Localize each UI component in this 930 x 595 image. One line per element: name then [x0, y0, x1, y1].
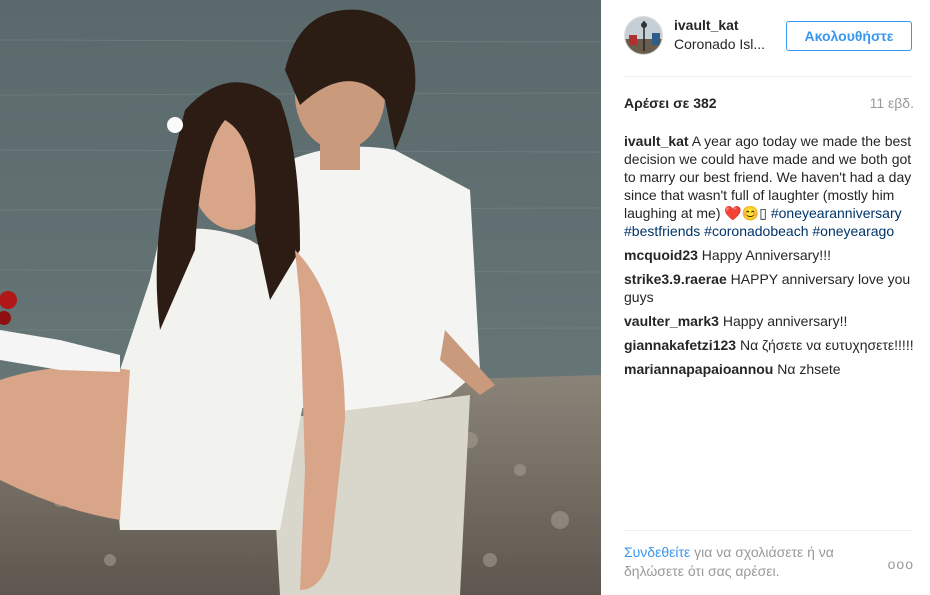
comments-list: ivault_kat A year ago today we made the …	[624, 132, 914, 384]
comment-username[interactable]: giannakafetzi123	[624, 337, 736, 353]
post-photo[interactable]	[0, 0, 601, 595]
comment-text: Να ζήσετε να ευτυχησετε!!!!!	[739, 337, 914, 353]
login-link[interactable]: Συνδεθείτε	[624, 544, 690, 560]
comment-text: Happy Anniversary!!!	[701, 247, 831, 263]
footer-divider	[624, 530, 912, 531]
list-item: strike3.9.raerae HAPPY anniversary love …	[624, 270, 914, 306]
post-header: ivault_kat Coronado Isl... Ακολουθήστε	[624, 16, 914, 56]
follow-button[interactable]: Ακολουθήστε	[786, 21, 912, 51]
post-sidebar: ivault_kat Coronado Isl... Ακολουθήστε Α…	[601, 0, 930, 595]
list-item: mcquoid23 Happy Anniversary!!!	[624, 246, 914, 264]
hashtag[interactable]: #oneyearanniversary	[771, 205, 902, 221]
login-prompt: Συνδεθείτε για να σχολιάσετε ή να δηλώσε…	[624, 543, 914, 588]
location-link[interactable]: Coronado Isl...	[674, 36, 774, 52]
hashtag[interactable]: #bestfriends	[624, 223, 700, 239]
list-item: mariannapapaioannou Να zhsete	[624, 360, 914, 378]
caption: ivault_kat A year ago today we made the …	[624, 132, 914, 240]
caption-username[interactable]: ivault_kat	[624, 133, 689, 149]
avatar[interactable]	[624, 16, 663, 55]
comment-text: Να zhsete	[777, 361, 841, 377]
username-link[interactable]: ivault_kat	[674, 17, 739, 33]
hashtag[interactable]: #oneyearago	[812, 223, 894, 239]
post-time[interactable]: 11 εβδ.	[870, 95, 914, 111]
list-item: vaulter_mark3 Happy anniversary!!	[624, 312, 914, 330]
hashtag[interactable]: #coronadobeach	[704, 223, 808, 239]
comment-username[interactable]: strike3.9.raerae	[624, 271, 727, 287]
header-divider	[624, 76, 912, 77]
comment-username[interactable]: mariannapapaioannou	[624, 361, 773, 377]
comment-username[interactable]: mcquoid23	[624, 247, 698, 263]
avatar-image	[625, 17, 662, 54]
login-prompt-text: Συνδεθείτε για να σχολιάσετε ή να δηλώσε…	[624, 543, 864, 581]
likes-count[interactable]: Αρέσει σε 382	[624, 95, 717, 111]
comment-text: Happy anniversary!!	[722, 313, 848, 329]
wedding-couple-photo	[0, 0, 601, 595]
comment-username[interactable]: vaulter_mark3	[624, 313, 719, 329]
more-options-icon[interactable]: ooo	[888, 555, 914, 574]
list-item: giannakafetzi123 Να ζήσετε να ευτυχησετε…	[624, 336, 914, 354]
likes-row: Αρέσει σε 382 11 εβδ.	[624, 95, 914, 115]
